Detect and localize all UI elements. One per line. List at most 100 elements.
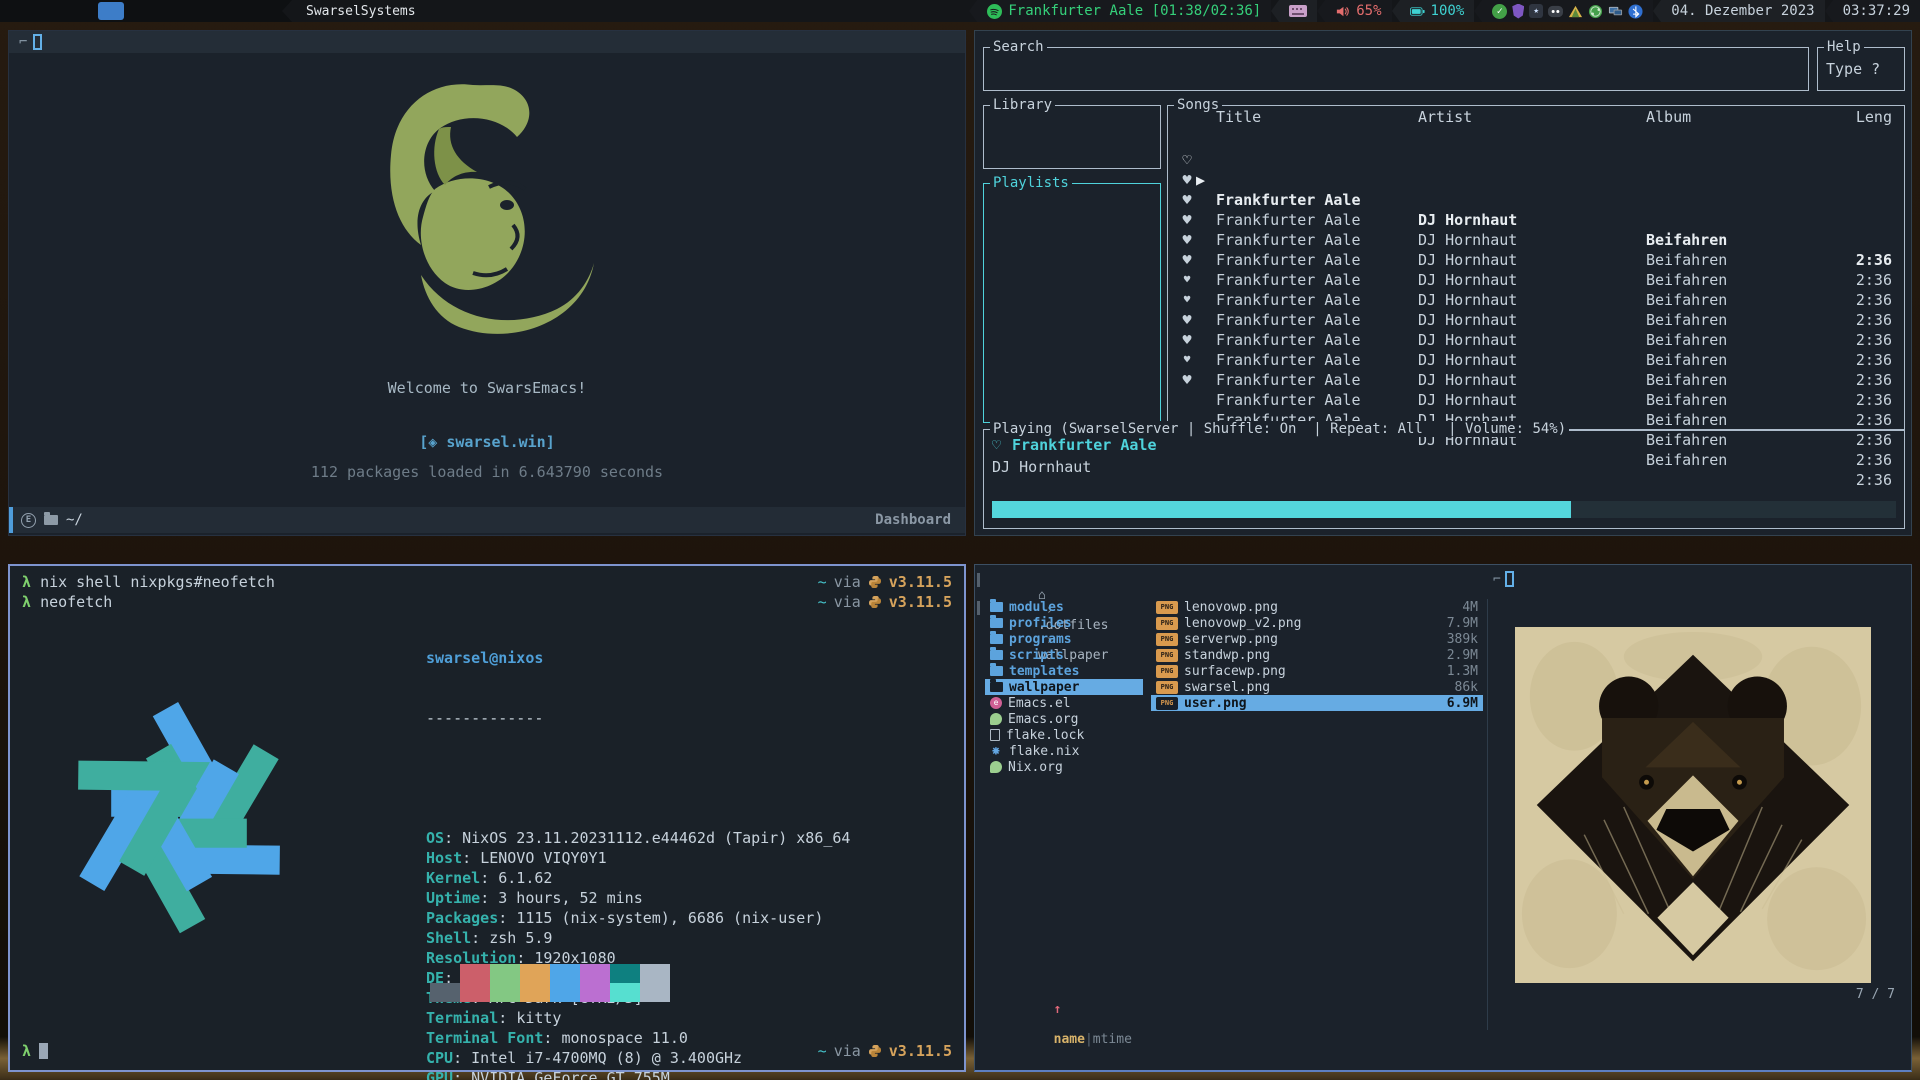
sort-primary[interactable]: name bbox=[1054, 1032, 1085, 1047]
song-row[interactable]: ♡ ▶ Frankfurter Aale DJ Hornhaut Beifahr… bbox=[1168, 130, 1904, 150]
tent-icon[interactable] bbox=[1568, 4, 1583, 19]
spotify-icon bbox=[987, 4, 1002, 19]
date-segment[interactable]: 04. Dezember 2023 bbox=[1661, 0, 1824, 22]
neofetch-user-host: swarsel@nixos bbox=[426, 648, 850, 668]
workspace-button[interactable] bbox=[248, 2, 274, 20]
library-item[interactable] bbox=[984, 130, 1160, 150]
favorite-heart-icon[interactable]: ♥ bbox=[1176, 370, 1198, 390]
battery-segment[interactable]: 100% bbox=[1400, 0, 1475, 22]
workspace-button[interactable] bbox=[98, 2, 124, 20]
directory-entry[interactable]: flake.nix bbox=[985, 743, 1143, 759]
segment-divider bbox=[1392, 0, 1400, 22]
clock-segment[interactable]: 03:37:29 bbox=[1833, 0, 1920, 22]
directory-entry[interactable]: wallpaper bbox=[985, 679, 1143, 695]
song-row[interactable]: ♥ Frankfurter Aale DJ Hornhaut Beifahren… bbox=[1168, 310, 1904, 330]
workspace-button[interactable] bbox=[38, 2, 64, 20]
spotify-segment[interactable]: Frankfurter Aale [01:38/02:36] bbox=[977, 0, 1271, 22]
workspace-button[interactable] bbox=[8, 2, 34, 20]
directory-entry[interactable]: templates bbox=[985, 663, 1143, 679]
directory-entry[interactable]: modules bbox=[985, 599, 1143, 615]
directory-entry[interactable]: Nix.org bbox=[985, 759, 1143, 775]
palette-swatch bbox=[550, 983, 580, 1002]
help-box: Help Type ? bbox=[1817, 47, 1905, 91]
playlist-item[interactable] bbox=[984, 248, 1160, 268]
palette-swatch bbox=[520, 964, 550, 983]
playlist-item[interactable] bbox=[984, 188, 1160, 208]
song-row[interactable]: ♥ Frankfurter Aale DJ Hornhaut Beifahren… bbox=[1168, 350, 1904, 370]
volume-segment[interactable]: 65% bbox=[1325, 0, 1391, 22]
playlist-item[interactable] bbox=[984, 228, 1160, 248]
dashboard-link-swarsel-win[interactable]: [◈ swarsel.win] bbox=[9, 433, 965, 451]
workspace-button[interactable] bbox=[128, 2, 154, 20]
segment-divider bbox=[1271, 0, 1279, 22]
command-text: neofetch bbox=[40, 593, 112, 611]
file-manager-window: ⌂ › .dotfiles › wallpaper modules profil… bbox=[974, 564, 1912, 1072]
prompt-right-status: ~viav3.11.5 bbox=[818, 1042, 952, 1060]
file-entry[interactable]: standwp.png 2.9M bbox=[1151, 647, 1483, 663]
file-entry[interactable]: surfacewp.png 1.3M bbox=[1151, 663, 1483, 679]
palette-swatch bbox=[640, 983, 670, 1002]
scroll-indicator bbox=[977, 573, 980, 587]
directory-entry[interactable]: flake.lock bbox=[985, 727, 1143, 743]
file-entry[interactable]: swarsel.png 86k bbox=[1151, 679, 1483, 695]
directory-entry[interactable]: programs bbox=[985, 631, 1143, 647]
song-row[interactable]: ♥ Frankfurter Aale DJ Hornhaut Beifahren… bbox=[1168, 250, 1904, 270]
playlist-item[interactable] bbox=[984, 268, 1160, 288]
workspace-button[interactable] bbox=[218, 2, 244, 20]
file-entry[interactable]: serverwp.png 389k bbox=[1151, 631, 1483, 647]
file-type-icon bbox=[990, 729, 1000, 741]
file-entry[interactable]: lenovowp.png 4M bbox=[1151, 599, 1483, 615]
workspace-button[interactable] bbox=[158, 2, 184, 20]
playlist-item[interactable] bbox=[984, 368, 1160, 388]
display-icon[interactable] bbox=[1608, 4, 1623, 19]
directory-entry[interactable]: Emacs.org bbox=[985, 711, 1143, 727]
keyboard-segment[interactable] bbox=[1279, 0, 1317, 22]
library-item[interactable] bbox=[984, 110, 1160, 130]
library-title: Library bbox=[990, 97, 1055, 113]
workspace-button[interactable] bbox=[68, 2, 94, 20]
song-row[interactable]: ♥ Frankfurter Aale DJ Hornhaut Beifahren… bbox=[1168, 150, 1904, 170]
palette-swatch bbox=[550, 964, 580, 983]
terminal-cursor bbox=[39, 1043, 48, 1059]
file-type-icon bbox=[990, 618, 1003, 628]
updates-ok-icon[interactable]: ✓ bbox=[1492, 4, 1507, 19]
segment-divider bbox=[969, 0, 977, 22]
playlist-item[interactable] bbox=[984, 328, 1160, 348]
directory-entry[interactable]: scripts bbox=[985, 647, 1143, 663]
song-row[interactable]: ♥ Frankfurter Aale DJ Hornhaut Beifahren… bbox=[1168, 230, 1904, 250]
seek-bar[interactable] bbox=[992, 501, 1896, 518]
song-row[interactable]: ♥ Frankfurter Aale DJ Hornhaut Beifahren… bbox=[1168, 210, 1904, 230]
playlist-item[interactable] bbox=[984, 208, 1160, 228]
sort-direction-icon[interactable]: ↑ bbox=[1054, 1002, 1062, 1017]
file-entry[interactable]: user.png 6.9M bbox=[1151, 695, 1483, 711]
song-row[interactable]: ♥ Frankfurter Aale DJ Hornhaut Beifahren… bbox=[1168, 190, 1904, 210]
directory-entry[interactable]: profiles bbox=[985, 615, 1143, 631]
segment-divider bbox=[1474, 0, 1482, 22]
sort-secondary[interactable]: mtime bbox=[1093, 1032, 1132, 1047]
song-row[interactable]: ♥ Frankfurter Aale DJ Hornhaut Beifahren… bbox=[1168, 270, 1904, 290]
favorite-heart-icon[interactable]: ♡ bbox=[992, 436, 1001, 454]
playlist-item[interactable] bbox=[984, 348, 1160, 368]
modeline-mode: Dashboard bbox=[875, 512, 951, 528]
song-row[interactable]: ♥ Frankfurter Aale DJ Hornhaut Beifahren… bbox=[1168, 290, 1904, 310]
terminal-window[interactable]: λ nix shell nixpkgs#neofetch ~viav3.11.5… bbox=[8, 564, 966, 1072]
text-cursor bbox=[1505, 571, 1514, 587]
shell-prompt[interactable]: λ bbox=[22, 1042, 48, 1060]
star-tray-icon[interactable]: ★ bbox=[1529, 4, 1543, 18]
parent-directory-list: modules profiles programs scripts templa… bbox=[985, 599, 1143, 775]
file-entry[interactable]: lenovowp_v2.png 7.9M bbox=[1151, 615, 1483, 631]
bluetooth-icon[interactable] bbox=[1628, 4, 1643, 19]
syncthing-icon[interactable] bbox=[1588, 4, 1603, 19]
workspace-button[interactable] bbox=[188, 2, 214, 20]
song-row[interactable]: ♥ Frankfurter Aale DJ Hornhaut Beifahren… bbox=[1168, 170, 1904, 190]
playlist-item[interactable] bbox=[984, 288, 1160, 308]
song-row[interactable]: ♥ Frankfurter Aale DJ Hornhaut Beifahren… bbox=[1168, 330, 1904, 350]
shield-icon[interactable] bbox=[1512, 4, 1524, 19]
directory-entry[interactable]: Emacs.el bbox=[985, 695, 1143, 711]
search-box[interactable]: Search bbox=[983, 47, 1809, 91]
status-bar: SwarselSystems Frankfurter Aale [01:38/0… bbox=[0, 0, 1920, 22]
neofetch-info-line: Host: LENOVO VIQY0Y1 bbox=[426, 848, 850, 868]
playlist-item[interactable] bbox=[984, 308, 1160, 328]
discord-icon[interactable] bbox=[1548, 4, 1563, 19]
search-label: Search bbox=[990, 39, 1047, 55]
